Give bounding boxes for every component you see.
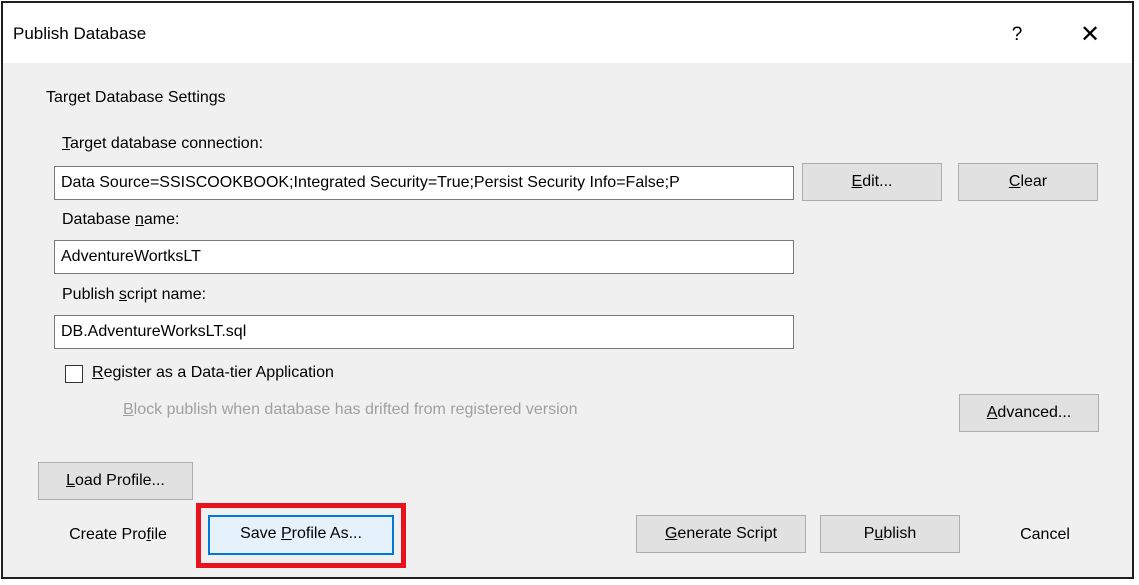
edit-button[interactable]: Edit... xyxy=(802,163,942,201)
publish-button[interactable]: Publish xyxy=(820,515,960,553)
dialog-title: Publish Database xyxy=(13,24,147,43)
section-title: Target Database Settings xyxy=(46,89,226,106)
title-bar: Publish Database ? ✕ xyxy=(3,3,1132,63)
publish-database-dialog: Publish Database ? ✕ Target Database Set… xyxy=(1,1,1134,579)
advanced-button[interactable]: Advanced... xyxy=(959,394,1099,432)
close-icon[interactable]: ✕ xyxy=(1074,19,1106,51)
register-checkbox[interactable] xyxy=(65,365,83,383)
register-label[interactable]: Register as a Data-tier Application xyxy=(92,364,334,382)
load-profile-button[interactable]: Load Profile... xyxy=(38,462,193,500)
connection-label: Target database connection: xyxy=(62,135,264,152)
database-name-field[interactable]: AdventureWortksLT xyxy=(54,240,794,274)
highlight-box xyxy=(196,503,406,568)
database-name-label: Database name: xyxy=(62,211,180,228)
create-profile-button[interactable]: Create Profile xyxy=(43,517,193,555)
script-name-field[interactable]: DB.AdventureWorksLT.sql xyxy=(54,315,794,349)
block-publish-option: Block publish when database has drifted … xyxy=(123,401,578,418)
help-icon[interactable]: ? xyxy=(1002,21,1032,49)
generate-script-button[interactable]: Generate Script xyxy=(636,515,806,553)
script-name-label: Publish script name: xyxy=(62,286,207,303)
connection-string-field[interactable]: Data Source=SSISCOOKBOOK;Integrated Secu… xyxy=(54,166,794,200)
cancel-button[interactable]: Cancel xyxy=(975,517,1115,555)
clear-button[interactable]: Clear xyxy=(958,163,1098,201)
